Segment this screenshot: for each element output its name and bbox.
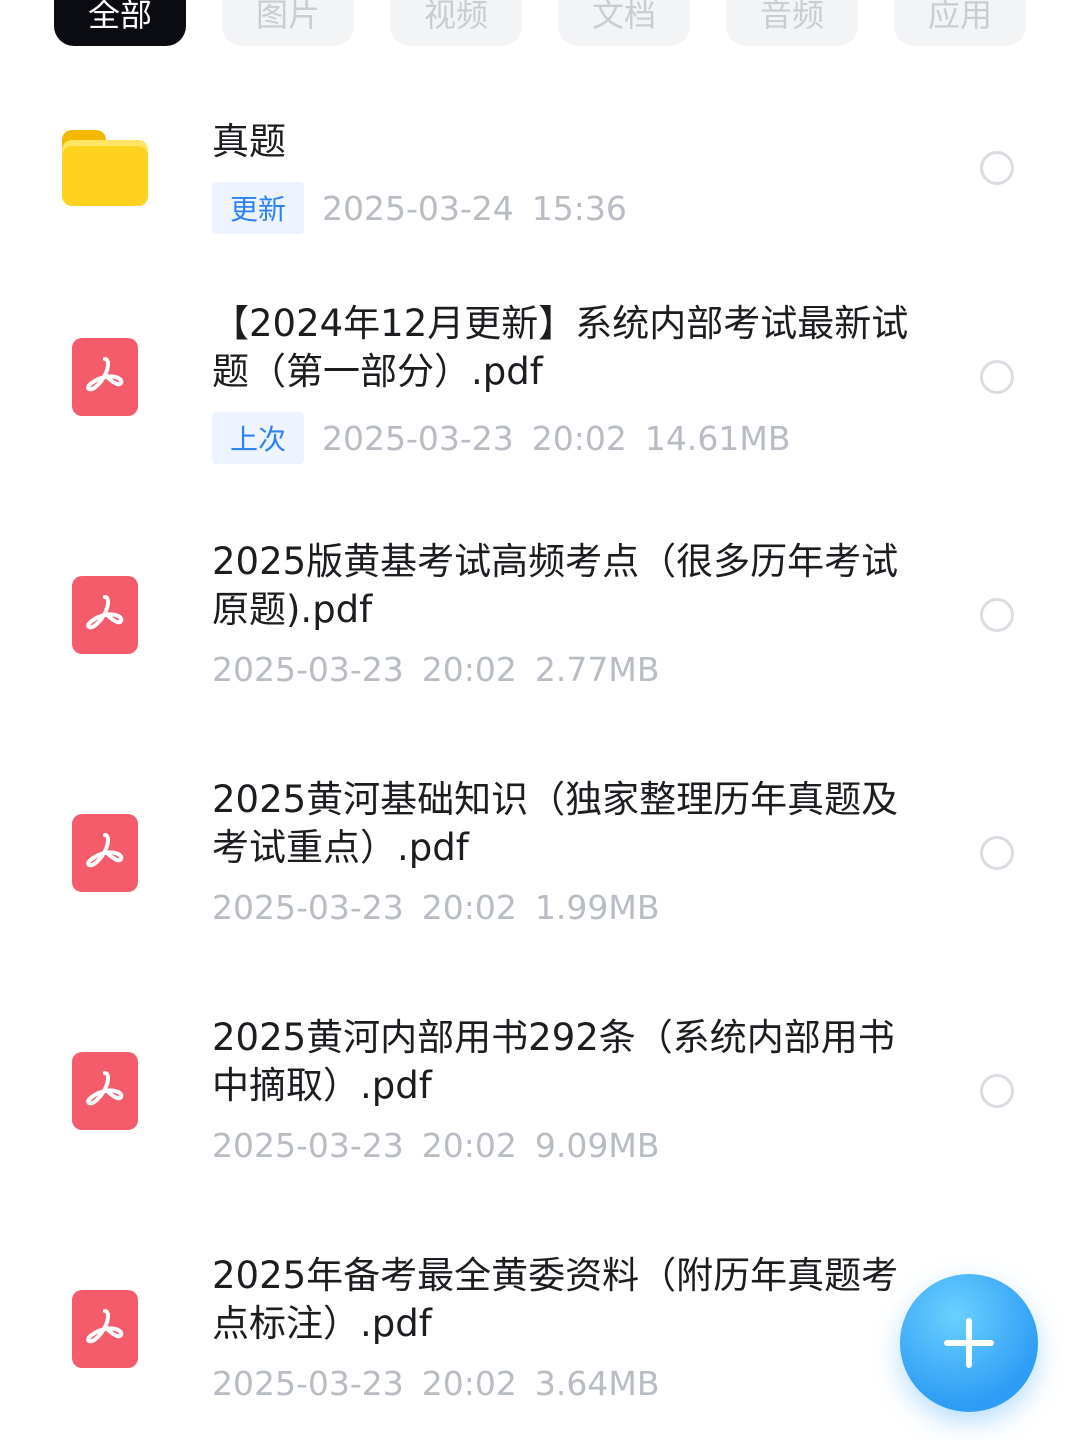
tab-all[interactable]: 全部: [54, 0, 186, 46]
item-size: 2.77MB: [534, 650, 660, 689]
pdf-icon: [72, 1290, 138, 1368]
folder-icon: [62, 130, 148, 206]
select-radio[interactable]: [980, 836, 1014, 870]
tab-documents[interactable]: 文档: [558, 0, 690, 46]
item-meta: 2025-03-23 20:02 2.77MB: [212, 650, 912, 689]
item-title: 真题: [212, 120, 286, 163]
item-title: 【2024年12月更新】系统内部考试最新试题（第一部分）.pdf: [212, 302, 909, 393]
item-content: 2025版黄基考试高频考点（很多历年考试原题).pdf 2025-03-23 2…: [212, 538, 912, 689]
select-radio[interactable]: [980, 598, 1014, 632]
item-time: 20:02: [421, 1364, 517, 1403]
plus-icon: [944, 1318, 994, 1368]
tab-videos[interactable]: 视频: [390, 0, 522, 46]
item-size: 9.09MB: [534, 1126, 660, 1165]
status-badge: 更新: [212, 182, 305, 234]
item-date: 2025-03-24: [322, 188, 514, 228]
item-meta: 更新 2025-03-24 15:36: [212, 182, 912, 234]
pdf-icon: [72, 338, 138, 416]
list-item[interactable]: 真题 更新 2025-03-24 15:36: [0, 100, 1080, 280]
item-meta: 2025-03-23 20:02 1.99MB: [212, 888, 912, 927]
item-content: 【2024年12月更新】系统内部考试最新试题（第一部分）.pdf 上次 2025…: [212, 300, 912, 464]
select-radio[interactable]: [980, 151, 1014, 185]
item-content: 真题 更新 2025-03-24 15:36: [212, 118, 912, 234]
pdf-icon: [72, 576, 138, 654]
item-time: 20:02: [421, 1126, 517, 1165]
item-meta: 上次 2025-03-23 20:02 14.61MB: [212, 412, 912, 464]
item-date: 2025-03-23: [212, 1364, 404, 1403]
file-list: 真题 更新 2025-03-24 15:36 【2024年12月更新】系统内部考…: [0, 100, 1080, 1440]
item-size: 1.99MB: [534, 888, 660, 927]
item-time: 20:02: [421, 650, 517, 689]
item-meta: 2025-03-23 20:02 3.64MB: [212, 1364, 912, 1403]
add-button[interactable]: [900, 1274, 1038, 1412]
item-content: 2025黄河内部用书292条（系统内部用书中摘取）.pdf 2025-03-23…: [212, 1014, 912, 1165]
list-item[interactable]: 2025黄河基础知识（独家整理历年真题及考试重点）.pdf 2025-03-23…: [0, 778, 1080, 1034]
select-radio[interactable]: [980, 1074, 1014, 1108]
item-content: 2025黄河基础知识（独家整理历年真题及考试重点）.pdf 2025-03-23…: [212, 776, 912, 927]
pdf-icon: [72, 1052, 138, 1130]
item-time: 15:36: [531, 188, 627, 228]
item-content: 2025年备考最全黄委资料（附历年真题考点标注）.pdf 2025-03-23 …: [212, 1252, 912, 1403]
tab-images[interactable]: 图片: [222, 0, 354, 46]
tab-apps[interactable]: 应用: [894, 0, 1026, 46]
item-date: 2025-03-23: [322, 418, 514, 458]
item-date: 2025-03-23: [212, 650, 404, 689]
item-date: 2025-03-23: [212, 888, 404, 927]
item-title: 2025版黄基考试高频考点（很多历年考试原题).pdf: [212, 540, 899, 631]
list-item[interactable]: 2025版黄基考试高频考点（很多历年考试原题).pdf 2025-03-23 2…: [0, 540, 1080, 796]
filter-tabs: 全部 图片 视频 文档 音频 应用: [54, 0, 1026, 46]
item-date: 2025-03-23: [212, 1126, 404, 1165]
item-time: 20:02: [421, 888, 517, 927]
list-item[interactable]: 2025黄河内部用书292条（系统内部用书中摘取）.pdf 2025-03-23…: [0, 1016, 1080, 1272]
item-meta: 2025-03-23 20:02 9.09MB: [212, 1126, 912, 1165]
item-title: 2025黄河内部用书292条（系统内部用书中摘取）.pdf: [212, 1016, 895, 1107]
item-size: 3.64MB: [534, 1364, 660, 1403]
item-title: 2025年备考最全黄委资料（附历年真题考点标注）.pdf: [212, 1254, 899, 1345]
status-badge: 上次: [212, 412, 305, 464]
item-time: 20:02: [531, 418, 627, 458]
item-title: 2025黄河基础知识（独家整理历年真题及考试重点）.pdf: [212, 778, 899, 869]
file-browser: 全部 图片 视频 文档 音频 应用 真题 更新 2025-03-24 15:36: [0, 0, 1080, 1440]
item-size: 14.61MB: [644, 418, 791, 458]
pdf-icon: [72, 814, 138, 892]
tab-audio[interactable]: 音频: [726, 0, 858, 46]
list-item[interactable]: 【2024年12月更新】系统内部考试最新试题（第一部分）.pdf 上次 2025…: [0, 302, 1080, 558]
select-radio[interactable]: [980, 360, 1014, 394]
